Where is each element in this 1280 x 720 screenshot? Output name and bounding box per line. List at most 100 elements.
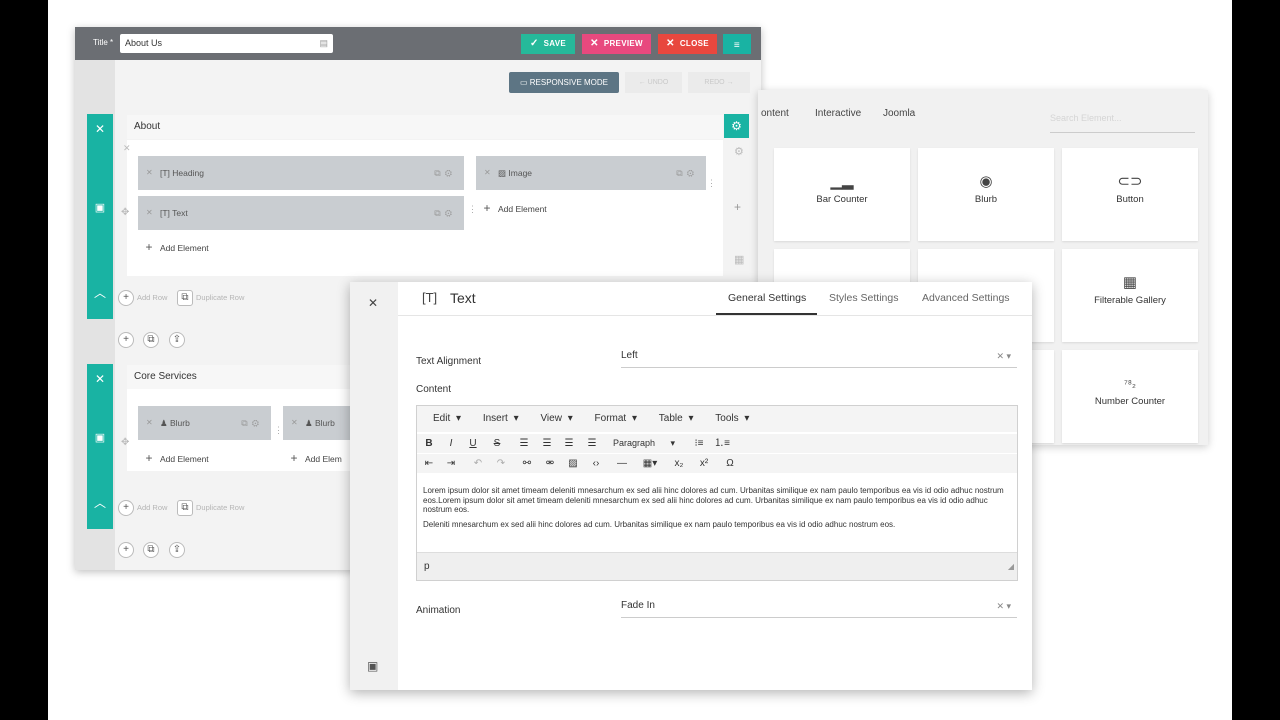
element-image[interactable]: ✕ ▨ Image ⧉⚙ xyxy=(476,156,706,190)
image-icon[interactable]: ▨ xyxy=(565,456,581,471)
duplicate-icon[interactable]: ⧉ xyxy=(177,500,193,516)
menu-button[interactable]: ≡ xyxy=(723,34,751,54)
outdent-icon[interactable]: ⇤ xyxy=(421,456,437,471)
add-element-button[interactable]: + Add Element xyxy=(476,197,706,219)
duplicate-row-link[interactable]: Duplicate Row xyxy=(196,503,244,512)
tab-joomla[interactable]: Joomla xyxy=(883,108,915,119)
special-character-icon[interactable]: Ω xyxy=(722,456,738,471)
tab-advanced-settings[interactable]: Advanced Settings xyxy=(922,292,1010,304)
element-blurb[interactable]: ✕ ♟ Blurb xyxy=(283,406,353,440)
tab-styles-settings[interactable]: Styles Settings xyxy=(829,292,898,304)
add-section-icon[interactable]: + xyxy=(118,332,134,348)
add-row-link[interactable]: Add Row xyxy=(137,293,167,302)
bullet-list-icon[interactable]: ⁝≡ xyxy=(691,436,707,451)
remove-icon[interactable]: ✕ xyxy=(146,406,153,440)
card-bar-counter[interactable]: ▁▂ Bar Counter xyxy=(774,148,910,241)
row-remove-icon[interactable]: ✕ xyxy=(123,143,131,154)
add-element-button[interactable]: + Add Element xyxy=(138,447,271,469)
remove-section-icon[interactable]: ✕ xyxy=(87,372,113,386)
align-center-icon[interactable]: ☰ xyxy=(539,436,555,451)
redo-button[interactable]: REDO → xyxy=(688,72,750,93)
duplicate-icon[interactable]: ⧉ xyxy=(177,290,193,306)
align-justify-icon[interactable]: ☰ xyxy=(584,436,600,451)
collapse-up-icon[interactable]: ︿ xyxy=(87,284,113,301)
responsive-mode-button[interactable]: ▭ RESPONSIVE MODE xyxy=(509,72,619,93)
add-element-button[interactable]: + Add Element xyxy=(138,236,464,258)
tab-content[interactable]: ontent xyxy=(761,108,789,119)
paragraph-select[interactable]: Paragraph ▾ xyxy=(613,436,675,451)
column-resize-handle[interactable]: ⋮ xyxy=(274,425,283,436)
code-icon[interactable]: ‹› xyxy=(588,456,604,471)
menu-tools[interactable]: Tools ▾ xyxy=(707,413,749,424)
horizontal-line-icon[interactable]: — xyxy=(614,456,630,471)
drag-handle-icon[interactable]: ✥ xyxy=(121,207,129,218)
menu-insert[interactable]: Insert ▾ xyxy=(475,413,519,424)
import-section-icon[interactable]: ⇪ xyxy=(169,332,185,348)
duplicate-row-link[interactable]: Duplicate Row xyxy=(196,293,244,302)
save-section-icon[interactable]: ▣ xyxy=(87,431,113,444)
save-section-icon[interactable]: ▣ xyxy=(87,201,113,214)
add-column-icon[interactable]: + xyxy=(734,200,741,214)
drag-handle-icon[interactable]: ✥ xyxy=(121,437,129,448)
copy-settings-icons[interactable]: ⧉⚙ xyxy=(434,156,456,190)
card-filterable-gallery[interactable]: ▦ Filterable Gallery xyxy=(1062,249,1198,342)
duplicate-section-icon[interactable]: ⧉ xyxy=(143,332,159,348)
rich-text-editor[interactable]: Edit ▾ Insert ▾ View ▾ Format ▾ Table ▾ … xyxy=(416,405,1018,581)
remove-icon[interactable]: ✕ xyxy=(484,156,491,190)
search-element-input[interactable]: Search Element... xyxy=(1050,110,1195,133)
menu-format[interactable]: Format ▾ xyxy=(587,413,637,424)
add-row-icon[interactable]: + xyxy=(118,500,134,516)
save-icon[interactable]: ▣ xyxy=(367,659,378,673)
card-number-counter[interactable]: ⁷⁸₂ Number Counter xyxy=(1062,350,1198,443)
section-settings-gear-icon[interactable]: ⚙ xyxy=(724,114,749,138)
numbered-list-icon[interactable]: ⒈≡ xyxy=(714,436,730,451)
menu-edit[interactable]: Edit ▾ xyxy=(425,413,461,424)
copy-settings-icons[interactable]: ⧉⚙ xyxy=(241,406,263,440)
menu-view[interactable]: View ▾ xyxy=(532,413,572,424)
editor-content[interactable]: Lorem ipsum dolor sit amet timeam deleni… xyxy=(423,486,1011,529)
remove-section-icon[interactable]: ✕ xyxy=(87,122,113,136)
add-section-icon[interactable]: + xyxy=(118,542,134,558)
clear-dropdown-icon[interactable]: ✕ ▾ xyxy=(996,594,1011,618)
element-blurb[interactable]: ✕ ♟ Blurb ⧉⚙ xyxy=(138,406,271,440)
card-blurb[interactable]: ◉ Blurb xyxy=(918,148,1054,241)
strikethrough-icon[interactable]: S xyxy=(489,436,505,451)
save-button[interactable]: ✓ SAVE xyxy=(521,34,575,54)
tab-interactive[interactable]: Interactive xyxy=(815,108,861,119)
duplicate-section-icon[interactable]: ⧉ xyxy=(143,542,159,558)
text-alignment-select[interactable]: Left ✕ ▾ xyxy=(621,344,1017,368)
underline-icon[interactable]: U xyxy=(465,436,481,451)
undo-icon[interactable]: ↶ xyxy=(470,456,486,471)
close-icon[interactable]: ✕ xyxy=(368,296,378,310)
align-left-icon[interactable]: ☰ xyxy=(516,436,532,451)
remove-icon[interactable]: ✕ xyxy=(146,196,153,230)
add-row-icon[interactable]: + xyxy=(118,290,134,306)
bold-icon[interactable]: B xyxy=(421,436,437,451)
link-icon[interactable]: ⚯ xyxy=(519,456,535,471)
tab-general-settings[interactable]: General Settings xyxy=(728,292,806,304)
unlink-icon[interactable]: ⚮ xyxy=(542,456,558,471)
add-element-button[interactable]: + Add Elem xyxy=(283,447,353,469)
menu-table[interactable]: Table ▾ xyxy=(651,413,694,424)
title-input[interactable]: About Us ▤ xyxy=(120,34,333,53)
copy-settings-icons[interactable]: ⧉⚙ xyxy=(676,156,698,190)
collapse-up-icon[interactable]: ︿ xyxy=(87,494,113,511)
element-text[interactable]: ✕ [T] Text ⧉⚙ xyxy=(138,196,464,230)
add-row-link[interactable]: Add Row xyxy=(137,503,167,512)
undo-button[interactable]: ← UNDO xyxy=(625,72,682,93)
resize-handle-icon[interactable]: ◢ xyxy=(1008,553,1014,581)
element-heading[interactable]: ✕ [T] Heading ⧉⚙ xyxy=(138,156,464,190)
preview-button[interactable]: ✕ PREVIEW xyxy=(582,34,651,54)
grid-icon[interactable]: ▦ xyxy=(734,253,744,266)
close-button[interactable]: ✕ CLOSE xyxy=(658,34,717,54)
subscript-icon[interactable]: x₂ xyxy=(671,456,687,471)
import-section-icon[interactable]: ⇪ xyxy=(169,542,185,558)
clear-dropdown-icon[interactable]: ✕ ▾ xyxy=(996,344,1011,368)
superscript-icon[interactable]: x² xyxy=(696,456,712,471)
redo-icon[interactable]: ↷ xyxy=(493,456,509,471)
italic-icon[interactable]: I xyxy=(443,436,459,451)
remove-icon[interactable]: ✕ xyxy=(291,406,298,440)
remove-icon[interactable]: ✕ xyxy=(146,156,153,190)
indent-icon[interactable]: ⇥ xyxy=(443,456,459,471)
column-gear-icon[interactable]: ⚙ xyxy=(734,145,744,158)
